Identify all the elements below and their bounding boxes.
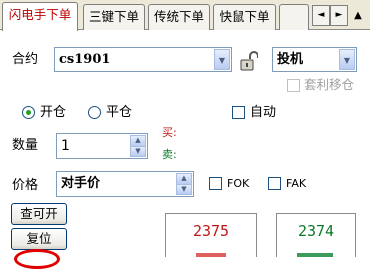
- open-position-radio[interactable]: [22, 106, 35, 119]
- spin-down-icon[interactable]: ▼: [130, 146, 146, 157]
- fok-checkbox[interactable]: [209, 177, 222, 190]
- spin-down-icon[interactable]: ▼: [176, 184, 192, 195]
- close-position-radio[interactable]: [88, 106, 101, 119]
- contract-select[interactable]: cs1901 ▼: [54, 47, 232, 72]
- tab-three-key-order[interactable]: 三键下单: [83, 4, 145, 30]
- eject-icon[interactable]: ▲: [350, 8, 366, 24]
- buy-label-fragment: [196, 253, 226, 257]
- fok-label: FOK: [227, 177, 250, 190]
- tab-more[interactable]: [279, 4, 309, 30]
- order-tabbar: 闪电手下单 三键下单 传统下单 快鼠下单 ◄ ► ▲: [0, 0, 370, 31]
- buy-quote-label: 买:: [162, 126, 177, 139]
- tab-traditional-order[interactable]: 传统下单: [148, 4, 210, 30]
- tab-scroll-right-icon[interactable]: ►: [330, 5, 348, 26]
- contract-label: 合约: [12, 52, 39, 67]
- fak-label: FAK: [286, 177, 307, 190]
- chevron-down-icon[interactable]: ▼: [214, 49, 230, 70]
- auto-label: 自动: [250, 105, 277, 120]
- fak-checkbox[interactable]: [268, 177, 281, 190]
- buy-price: 2375: [192, 222, 230, 240]
- open-position-label: 开仓: [40, 105, 67, 120]
- price-label: 价格: [12, 178, 39, 193]
- radio-selected-dot: [26, 110, 31, 115]
- price-value: 对手价: [61, 176, 101, 191]
- lock-icon[interactable]: [240, 51, 258, 71]
- hedge-value: 投机: [277, 52, 304, 67]
- query-open-button[interactable]: 查可开: [11, 203, 67, 225]
- quantity-stepper[interactable]: 1 ▲ ▼: [56, 133, 148, 159]
- sell-quote-label: 卖:: [162, 148, 177, 161]
- sell-label-fragment: [297, 253, 333, 257]
- quantity-label: 数量: [12, 138, 39, 153]
- sell-price-button[interactable]: 2374: [276, 213, 356, 257]
- red-annotation-mark: [14, 249, 60, 269]
- contract-value: cs1901: [59, 52, 111, 67]
- tab-quick-mouse-order[interactable]: 快鼠下单: [213, 4, 276, 30]
- tab-scroll-left-icon[interactable]: ◄: [312, 5, 330, 26]
- reset-button[interactable]: 复位: [11, 228, 67, 250]
- buy-price-button[interactable]: 2375: [165, 213, 257, 257]
- sell-price: 2374: [297, 222, 335, 240]
- auto-checkbox[interactable]: [232, 106, 245, 119]
- chevron-down-icon[interactable]: ▼: [339, 49, 355, 70]
- arbitrage-move-label: 套利移仓: [304, 77, 355, 92]
- quantity-value: 1: [61, 138, 70, 154]
- tab-lightning-order[interactable]: 闪电手下单: [2, 2, 78, 31]
- close-position-label: 平仓: [106, 105, 133, 120]
- arbitrage-move-checkbox[interactable]: [287, 79, 300, 92]
- hedge-select[interactable]: 投机 ▼: [272, 47, 357, 72]
- price-stepper[interactable]: 对手价 ▲ ▼: [56, 171, 194, 197]
